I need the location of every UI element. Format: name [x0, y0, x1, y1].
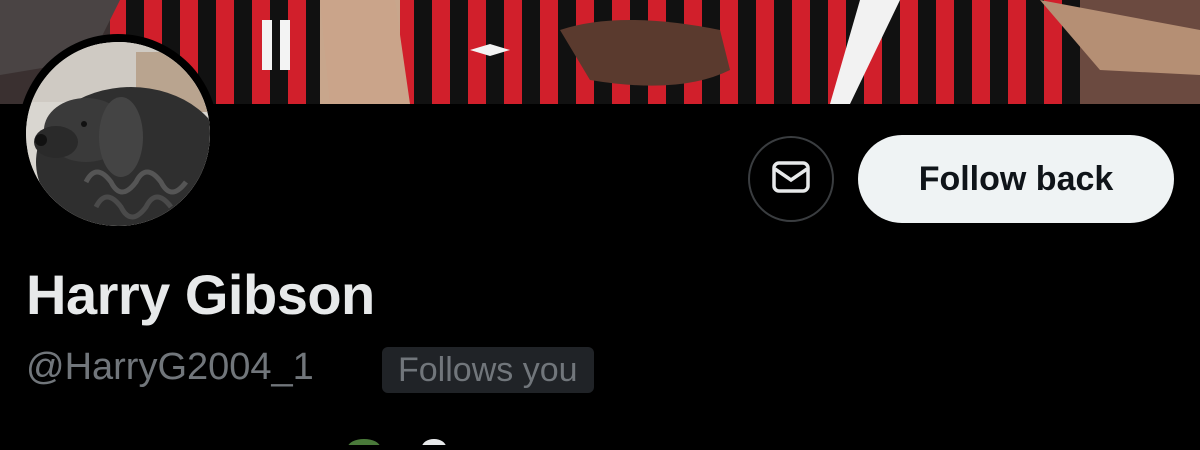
partial-content-row: [342, 432, 462, 450]
envelope-icon: [771, 160, 811, 199]
message-button[interactable]: [748, 136, 834, 222]
follows-you-badge: Follows you: [382, 347, 594, 393]
profile-handle: @HarryG2004_1: [26, 346, 314, 388]
profile-avatar[interactable]: [18, 34, 218, 234]
profile-name: Harry Gibson: [26, 263, 375, 326]
follow-back-button[interactable]: Follow back: [858, 135, 1174, 223]
avatar-photo: [26, 42, 210, 226]
